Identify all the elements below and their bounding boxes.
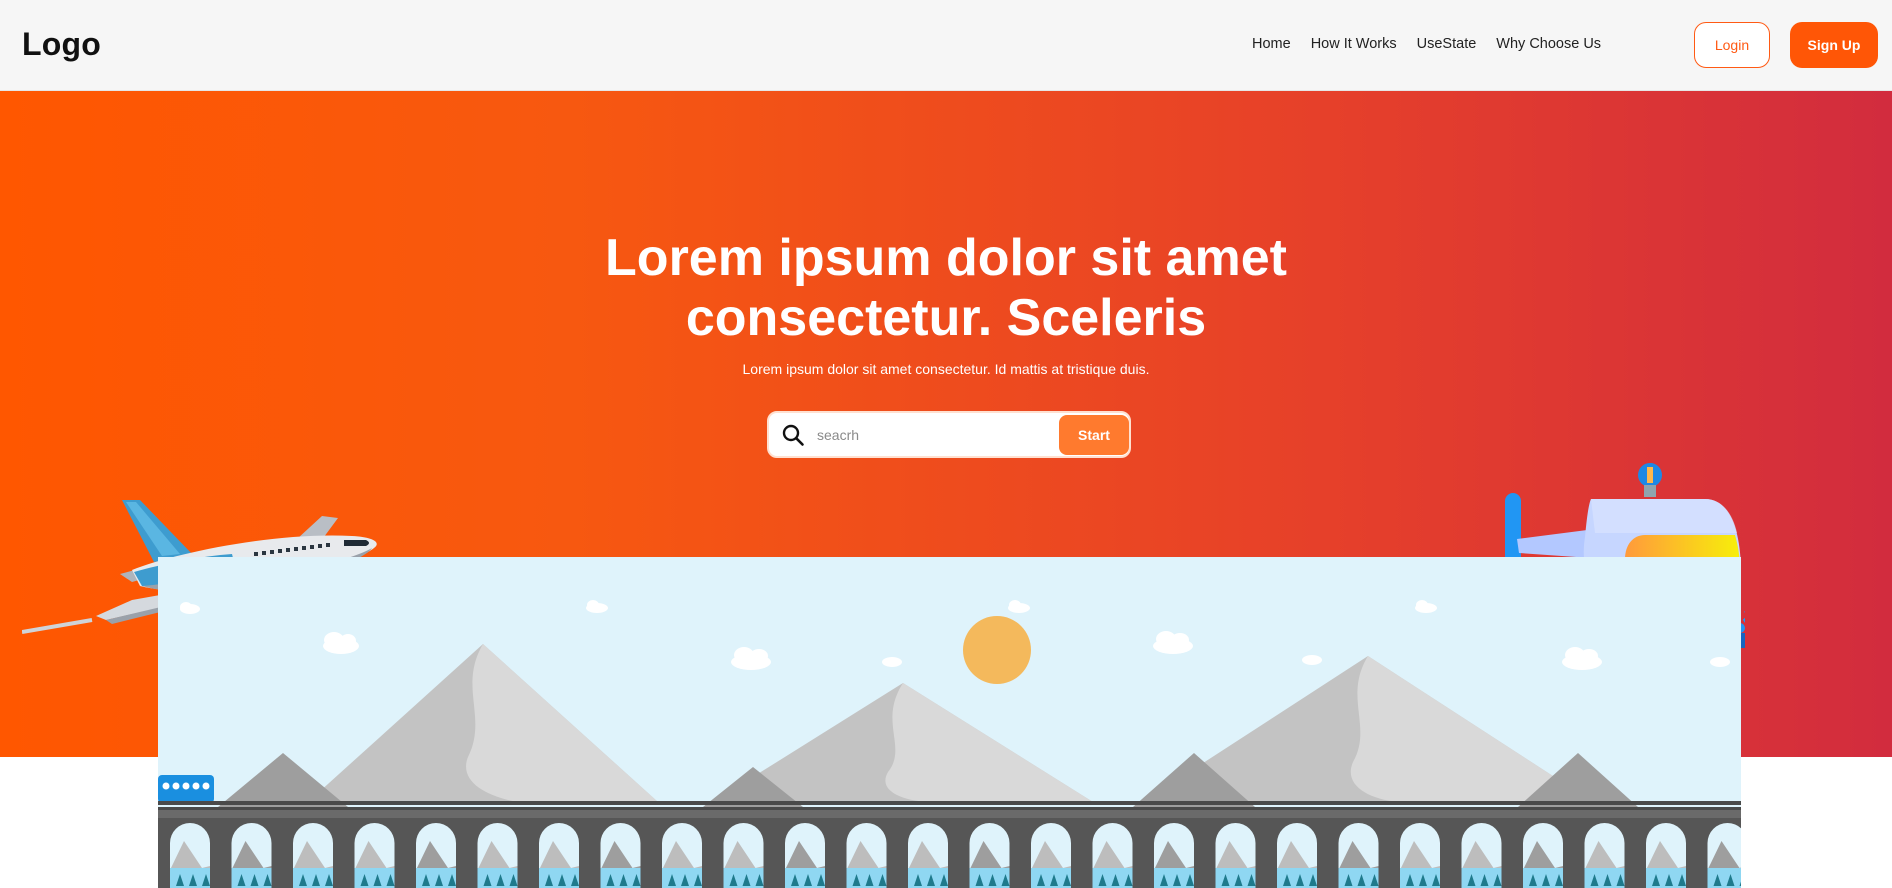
hero-title: Lorem ipsum dolor sit amet consectetur. …: [0, 228, 1892, 348]
search-icon: [782, 424, 804, 446]
hero-subtitle: Lorem ipsum dolor sit amet consectetur. …: [742, 361, 1150, 377]
bridge-illustration: [158, 801, 1741, 888]
signup-button[interactable]: Sign Up: [1790, 22, 1878, 68]
nav-link-home[interactable]: Home: [1252, 36, 1291, 52]
login-button[interactable]: Login: [1694, 22, 1770, 68]
search-input[interactable]: [817, 421, 1057, 449]
navbar: Logo Home How It Works UseState Why Choo…: [0, 0, 1892, 91]
hero-title-line-2: consectetur. Sceleris: [685, 289, 1207, 347]
landscape-illustration: [158, 557, 1741, 888]
sun-illustration: [963, 616, 1031, 684]
search-bar: Start: [767, 411, 1131, 458]
arch-water: [1707, 868, 1741, 888]
nav-link-usestate[interactable]: UseState: [1417, 36, 1477, 52]
start-button[interactable]: Start: [1059, 415, 1129, 455]
nav-link-why-choose-us[interactable]: Why Choose Us: [1496, 36, 1601, 52]
train-illustration: [158, 775, 214, 803]
nav-links: Home How It Works UseState Why Choose Us: [1252, 36, 1601, 52]
logo[interactable]: Logo: [22, 26, 101, 63]
nav-link-how-it-works[interactable]: How It Works: [1311, 36, 1397, 52]
hero-title-line-1: Lorem ipsum dolor sit amet: [605, 229, 1287, 287]
